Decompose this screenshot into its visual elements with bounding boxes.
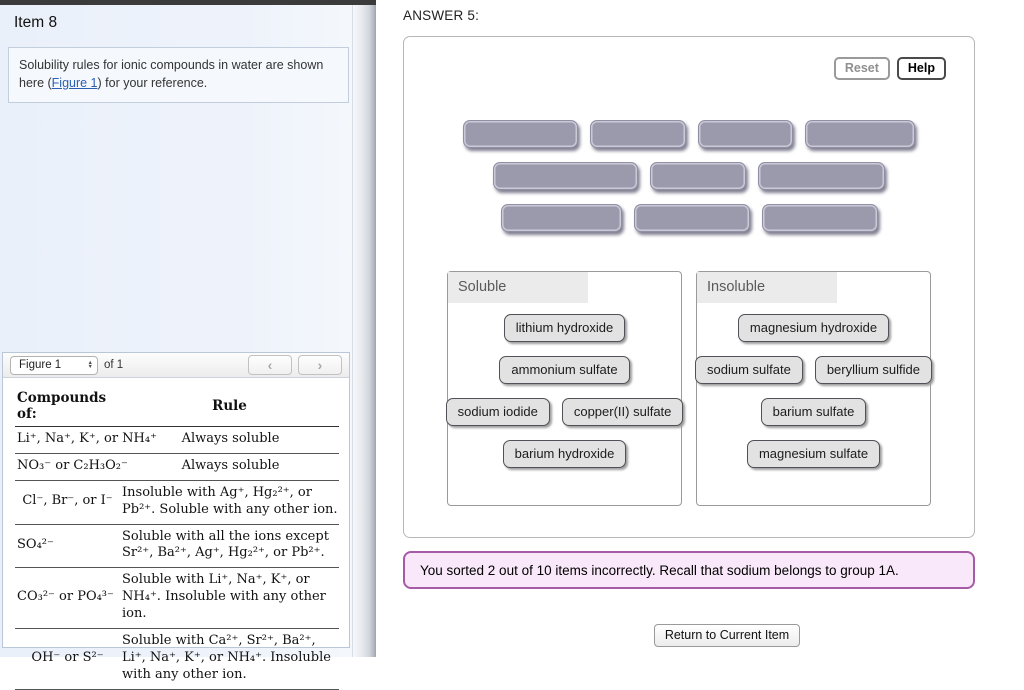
table-row: Cl⁻, Br⁻, or I⁻ Insoluble with Ag⁺, Hg₂²⁺… (15, 480, 339, 525)
intro-box: Solubility rules for ionic compounds in … (8, 47, 349, 104)
bin-title: Soluble (448, 272, 588, 303)
bin-rows: lithium hydroxide ammonium sulfate sodium … (445, 314, 684, 468)
previous-figure-button[interactable]: ‹ (248, 355, 292, 375)
rule-cell: Soluble with Ca²⁺, Sr²⁺, Ba²⁺, Li⁺, Na⁺,… (120, 628, 339, 690)
bins: Soluble lithium hydroxide ammonium sulfate… (404, 271, 974, 506)
table-row: OH⁻ or S²⁻ Soluble with Ca²⁺, Sr²⁺, Ba²⁺,… (15, 628, 339, 690)
compound-chip[interactable]: barium sulfate (760, 398, 867, 426)
chevron-left-icon: ‹ (267, 357, 273, 373)
compound-cell: OH⁻ or S²⁻ (15, 628, 121, 690)
feedback-message: You sorted 2 out of 10 items incorrectly… (420, 562, 899, 578)
blank-answer-slot[interactable] (463, 120, 578, 148)
solubility-table-body: Li⁺, Na⁺, K⁺, or NH₄⁺ Always soluble NO₃⁻ … (15, 426, 339, 690)
figure-viewer: Figure 1 ▲ ▼ of 1 ‹ › Compounds of: Rule… (2, 352, 350, 690)
compound-chip[interactable]: sodium iodide (445, 398, 550, 426)
activity-toolbar: Reset Help (833, 57, 946, 80)
feedback-banner: You sorted 2 out of 10 items incorrectly… (403, 551, 975, 589)
intro-text-after: ) for your reference. (97, 76, 208, 91)
compound-chip[interactable]: lithium hydroxide (503, 314, 626, 342)
blank-answer-slot[interactable] (805, 120, 915, 148)
select-stepper-icon: ▲ ▼ (87, 360, 94, 370)
compound-cell: Cl⁻, Br⁻, or I⁻ (15, 480, 121, 525)
slot-row (404, 204, 974, 232)
sorting-activity-panel: Reset Help Soluble lithium hydroxide ammon… (403, 36, 975, 538)
chip-row: magnesium hydroxide (697, 314, 930, 342)
chip-row: sodium iodide copper(II) sulfate (445, 398, 684, 426)
item-title: Item 8 (14, 14, 58, 31)
figure-count-label: of 1 (104, 359, 124, 371)
compound-chip[interactable]: beryllium sulfide (814, 356, 933, 384)
pane-splitter[interactable] (352, 0, 376, 657)
stepper-down-icon: ▼ (87, 364, 93, 370)
solubility-rules-table: Compounds of: Rule Li⁺, Na⁺, K⁺, or NH₄⁺… (15, 387, 339, 690)
blank-answer-slot[interactable] (633, 204, 750, 232)
blank-answer-slot[interactable] (590, 120, 686, 148)
chip-row: sodium sulfate beryllium sulfide (694, 356, 933, 384)
compound-cell: SO₄²⁻ (15, 524, 121, 569)
soluble-bin[interactable]: Soluble lithium hydroxide ammonium sulfate… (445, 271, 684, 506)
table-row: SO₄²⁻ Soluble with all the ions except Sr… (15, 524, 339, 569)
compound-chip[interactable]: copper(II) sulfate (561, 398, 684, 426)
table-header-row: Compounds of: Rule (15, 387, 339, 427)
next-figure-button[interactable]: › (298, 355, 342, 375)
chevron-right-icon: › (317, 357, 323, 373)
bin-title: Insoluble (697, 272, 837, 303)
rule-cell: Soluble with all the ions except Sr²⁺, B… (120, 524, 339, 569)
compound-cell: CO₃²⁻ or PO₄³⁻ (15, 567, 121, 630)
blank-answer-slot[interactable] (650, 162, 746, 190)
help-button[interactable]: Help (896, 57, 946, 80)
blank-answer-slot[interactable] (758, 162, 885, 190)
answer-pane: ANSWER 5: Reset Help Soluble lithium hydr… (376, 0, 1024, 657)
return-to-current-item-button[interactable]: Return to Current Item (653, 624, 801, 647)
assignment-item-pane: Item 8 Solubility rules for ionic compou… (0, 0, 352, 690)
figure-link[interactable]: Figure 1 (52, 76, 98, 90)
figure-nav-bar: Figure 1 ▲ ▼ of 1 ‹ › (3, 353, 349, 378)
compound-chip[interactable]: sodium sulfate (694, 356, 803, 384)
table-row: NO₃⁻ or C₂H₃O₂⁻ Always soluble (15, 453, 339, 481)
top-divider-bar (0, 0, 376, 5)
chip-row: lithium hydroxide (448, 314, 681, 342)
chip-row: magnesium sulfate (697, 440, 930, 468)
reset-button[interactable]: Reset (833, 57, 890, 80)
compound-cell: NO₃⁻ or C₂H₃O₂⁻ (15, 453, 128, 481)
rule-header: Rule (120, 387, 339, 427)
blank-answer-slot[interactable] (493, 162, 638, 190)
bin-rows: magnesium hydroxide sodium sulfate berylli… (694, 314, 933, 468)
answer-heading: ANSWER 5: (403, 8, 480, 23)
rule-cell: Always soluble (120, 453, 339, 481)
table-row: Li⁺, Na⁺, K⁺, or NH₄⁺ Always soluble (15, 426, 339, 454)
chip-row: barium hydroxide (448, 440, 681, 468)
rule-cell: Insoluble with Ag⁺, Hg₂²⁺, or Pb²⁺. Solu… (120, 480, 339, 525)
compound-chip[interactable]: magnesium sulfate (746, 440, 881, 468)
rule-cell: Soluble with Li⁺, Na⁺, K⁺, or NH₄⁺. Inso… (120, 567, 339, 630)
compound-chip[interactable]: magnesium hydroxide (737, 314, 890, 342)
slot-row (404, 162, 974, 190)
slot-row (404, 120, 974, 148)
unsorted-slots (404, 120, 974, 232)
figure-select-value: Figure 1 (19, 359, 62, 371)
figure-select[interactable]: Figure 1 ▲ ▼ (10, 355, 98, 375)
blank-answer-slot[interactable] (500, 204, 622, 232)
compounds-header: Compounds of: (15, 387, 121, 427)
chip-row: barium sulfate (697, 398, 930, 426)
chip-row: ammonium sulfate (448, 356, 681, 384)
return-row: Return to Current Item (403, 624, 975, 647)
compound-cell: Li⁺, Na⁺, K⁺, or NH₄⁺ (15, 426, 157, 454)
compound-chip[interactable]: barium hydroxide (502, 440, 627, 468)
blank-answer-slot[interactable] (698, 120, 793, 148)
compound-chip[interactable]: ammonium sulfate (499, 356, 630, 384)
insoluble-bin[interactable]: Insoluble magnesium hydroxide sodium sulfa… (694, 271, 933, 506)
blank-answer-slot[interactable] (761, 204, 878, 232)
table-row: CO₃²⁻ or PO₄³⁻ Soluble with Li⁺, Na⁺, K⁺,… (15, 567, 339, 630)
